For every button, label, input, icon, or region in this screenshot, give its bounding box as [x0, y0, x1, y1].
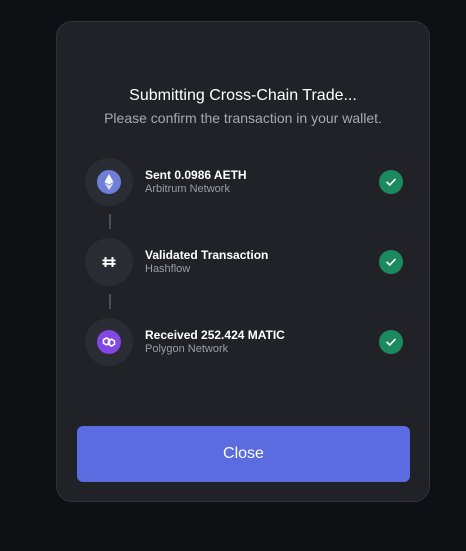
step-connector: [109, 294, 111, 309]
check-icon: [379, 330, 403, 354]
modal-title: Submitting Cross-Chain Trade...: [129, 87, 357, 104]
check-icon: [379, 250, 403, 274]
step-title: Sent 0.0986 AETH: [145, 168, 247, 182]
cross-chain-trade-modal: Submitting Cross-Chain Trade... Please c…: [56, 21, 430, 502]
step-icon-container: [85, 318, 133, 366]
step-provider: Hashflow: [145, 263, 191, 275]
step-sent: Sent 0.0986 AETH Arbitrum Network: [85, 158, 403, 206]
step-icon-container: [85, 238, 133, 286]
step-network: Arbitrum Network: [145, 183, 230, 195]
step-connector: [109, 214, 111, 229]
step-network: Polygon Network: [145, 343, 229, 355]
ethereum-icon: [97, 170, 121, 194]
hashflow-icon: [97, 250, 121, 274]
polygon-icon: [97, 330, 121, 354]
step-received: Received 252.424 MATIC Polygon Network: [85, 318, 403, 366]
close-button[interactable]: Close: [77, 426, 410, 482]
step-validated: Validated Transaction Hashflow: [85, 238, 403, 286]
step-title: Received 252.424 MATIC: [145, 328, 285, 342]
step-title: Validated Transaction: [145, 248, 269, 262]
check-icon: [379, 170, 403, 194]
step-icon-container: [85, 158, 133, 206]
modal-subtitle: Please confirm the transaction in your w…: [104, 110, 382, 126]
